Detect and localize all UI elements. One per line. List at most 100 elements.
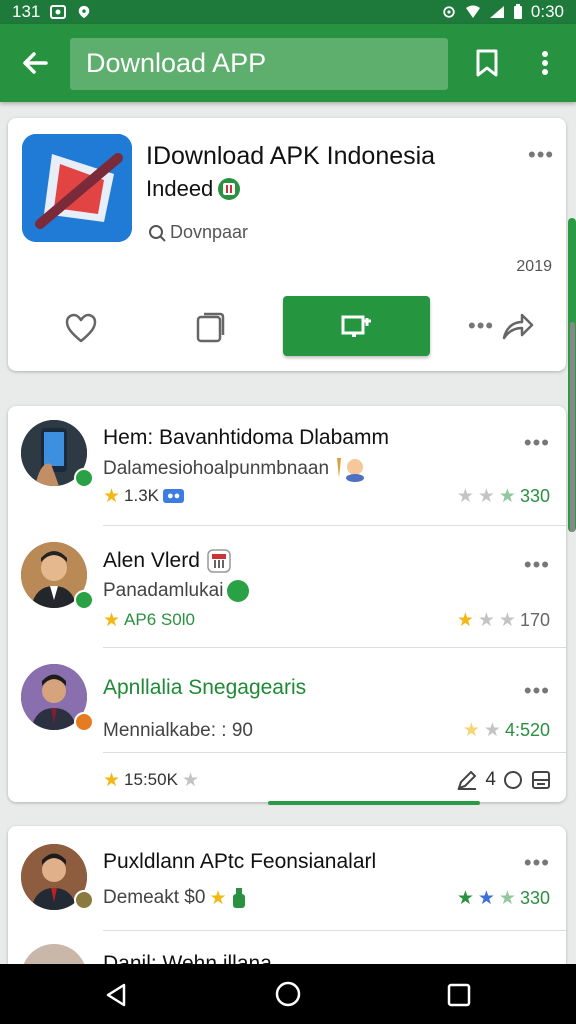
card-actions: ••• — [8, 296, 566, 356]
app-bar: Download APP — [0, 24, 576, 102]
navigation-bar — [0, 964, 576, 1024]
share-group: ••• — [468, 310, 534, 342]
bookmark-icon[interactable] — [472, 48, 502, 78]
status-badge-icon — [74, 890, 94, 910]
item-rating: ★ ★ 4:520 — [463, 720, 550, 741]
install-icon — [341, 315, 371, 337]
status-bar: 131 0:30 — [0, 0, 576, 24]
item-more-button[interactable]: ••• — [524, 554, 550, 576]
nav-recents-icon[interactable] — [446, 982, 472, 1008]
star-icon: ★ — [103, 769, 121, 791]
app-logo-icon — [22, 134, 132, 242]
item-title-group: Alen Vlerd — [103, 548, 232, 574]
emoji-people-icon — [337, 458, 365, 482]
more-vert-icon[interactable] — [532, 46, 558, 80]
item-more-button[interactable]: ••• — [524, 852, 550, 874]
gallery-notification-icon — [50, 5, 67, 19]
item-downloads: 15:50K — [124, 770, 178, 789]
verified-icon — [227, 580, 250, 602]
more-options-button[interactable]: ••• — [528, 144, 554, 166]
star-icon: ★ — [456, 888, 474, 909]
star-icon: ★ — [498, 486, 516, 507]
item-subtitle-text: Dalamesiohoalpunmbnaan — [103, 458, 330, 479]
list-item[interactable]: Apnllalia Snegagearis Mennialkabe: : 90 … — [8, 648, 566, 802]
copy-icon[interactable] — [194, 311, 226, 345]
item-more-button[interactable]: ••• — [524, 432, 550, 454]
item-meta: ★ AP6 S0l0 — [103, 610, 195, 630]
item-subtitle: Panadamlukai — [103, 580, 250, 602]
item-tools-count: 4 — [485, 769, 496, 790]
list-item[interactable]: Hem: Bavanhtidoma Dlabamm Dalamesiohoalp… — [8, 406, 566, 526]
star-icon: ★ — [498, 610, 516, 631]
list-icon[interactable] — [530, 769, 552, 791]
back-arrow-icon[interactable] — [18, 46, 52, 80]
nav-home-icon[interactable] — [274, 980, 302, 1008]
item-subtitle: Mennialkabe: : 90 — [103, 720, 253, 741]
tag-icon: ●● — [163, 489, 185, 503]
item-rating-value: 330 — [519, 486, 550, 506]
item-downloads: 1.3K — [124, 486, 160, 505]
item-subtitle: Dalamesiohoalpunmbnaan — [103, 456, 365, 482]
star-icon: ★ — [462, 720, 480, 741]
item-rating-value: 170 — [519, 610, 550, 630]
item-rating: ★ ★ ★ 330 — [457, 888, 550, 909]
app-logo-graphic — [22, 134, 132, 242]
edit-icon[interactable] — [455, 768, 479, 792]
app-list-card: Hem: Bavanhtidoma Dlabamm Dalamesiohoalp… — [8, 406, 566, 802]
star-icon: ★ — [477, 610, 495, 631]
status-badge-icon — [74, 712, 94, 732]
item-rating: ★ ★ ★ 330 — [457, 486, 550, 507]
item-title: Hem: Bavanhtidoma Dlabamm — [103, 426, 389, 449]
item-subtitle: Demeakt $0 ★ — [103, 886, 247, 910]
star-icon: ★ — [181, 769, 199, 791]
status-time-right: 0:30 — [530, 2, 564, 21]
app-year: 2019 — [516, 258, 552, 275]
star-icon: ★ — [456, 486, 474, 507]
app-meta: Dovnpaar — [148, 222, 248, 243]
star-icon: ★ — [209, 887, 227, 909]
item-rating-value: 330 — [519, 888, 550, 908]
item-rating-value: 4:520 — [504, 720, 550, 740]
app-title: IDownload APK Indonesia — [146, 142, 436, 170]
star-icon: ★ — [498, 888, 516, 909]
scrollbar-thumb[interactable] — [570, 322, 575, 532]
featured-app-card[interactable]: IDownload APK Indonesia Indeed Dovnpaar … — [8, 118, 566, 371]
install-button[interactable] — [283, 296, 430, 356]
star-icon: ★ — [477, 888, 495, 909]
star-icon: ★ — [477, 486, 495, 507]
item-title: Apnllalia Snegagearis — [103, 676, 307, 699]
item-subtitle-text: Demeakt $0 — [103, 887, 206, 908]
divider — [103, 930, 566, 931]
verified-badge-icon — [218, 178, 241, 200]
item-subtitle-text: Panadamlukai — [103, 580, 224, 601]
overflow-button[interactable]: ••• — [468, 315, 494, 337]
item-rating: ★ ★ ★ 170 — [457, 610, 550, 631]
circle-icon[interactable] — [502, 769, 524, 791]
developer-name: Indeed — [146, 176, 214, 201]
list-item[interactable]: Puxldlann APtc Feonsianalarl Demeakt $0 … — [8, 826, 566, 946]
heart-icon[interactable] — [64, 312, 98, 344]
battery-icon — [513, 4, 522, 19]
item-title: Puxldlann APtc Feonsianalarl — [103, 850, 377, 873]
star-icon: ★ — [103, 485, 121, 507]
item-more-button[interactable]: ••• — [524, 680, 550, 702]
badge-icon — [207, 549, 231, 573]
info-icon — [149, 224, 166, 242]
item-title: Alen Vlerd — [103, 549, 200, 572]
item-meta: ★ 1.3K ●● — [103, 485, 185, 507]
app-meta-label: Dovnpaar — [170, 222, 249, 242]
list-item[interactable]: Alen Vlerd Panadamlukai ★ AP6 S0l0 ••• ★… — [8, 526, 566, 648]
item-tools: 4 — [455, 768, 552, 792]
item-downloads: AP6 S0l0 — [124, 610, 195, 629]
share-icon[interactable] — [500, 310, 534, 342]
wifi-icon — [465, 5, 480, 18]
app-developer: Indeed — [146, 176, 241, 202]
status-time-left: 131 — [12, 2, 41, 21]
location-notification-icon — [79, 5, 90, 19]
divider — [103, 752, 566, 753]
status-badge-icon — [74, 468, 94, 488]
progress-underline — [268, 801, 480, 805]
star-icon: ★ — [456, 610, 474, 631]
nav-back-icon[interactable] — [102, 981, 130, 1009]
search-input[interactable]: Download APP — [70, 38, 448, 90]
